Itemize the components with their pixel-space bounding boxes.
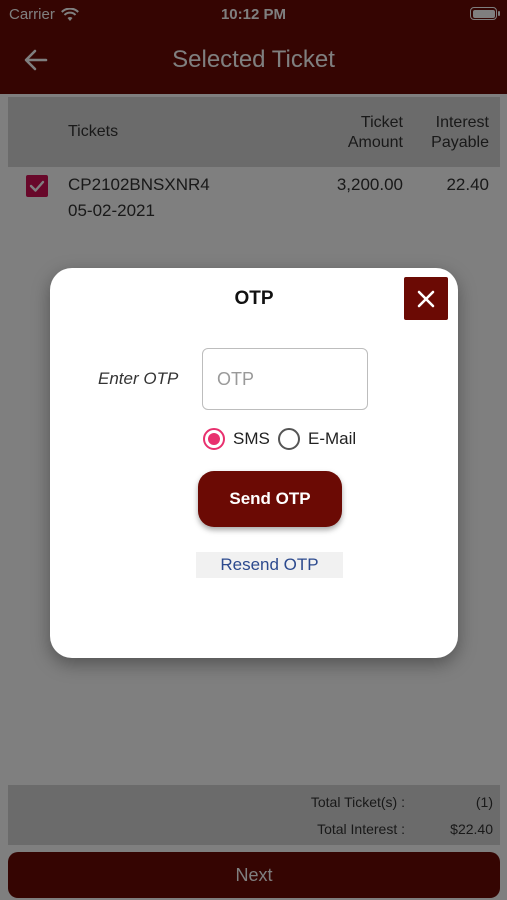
radio-unselected-icon <box>278 428 300 450</box>
otp-label: Enter OTP <box>98 369 179 388</box>
close-icon <box>417 290 435 308</box>
send-otp-button[interactable]: Send OTP <box>198 471 342 527</box>
radio-selected-icon <box>203 428 225 450</box>
email-label: E-Mail <box>308 429 357 448</box>
otp-modal: OTP Enter OTP SMS E-Mail Send OTP Resend… <box>50 268 458 658</box>
sms-radio[interactable]: SMS <box>203 428 270 450</box>
sms-label: SMS <box>233 429 270 448</box>
close-button[interactable] <box>404 277 448 320</box>
resend-otp-link[interactable]: Resend OTP <box>196 552 343 578</box>
otp-input[interactable] <box>202 348 368 410</box>
email-radio[interactable]: E-Mail <box>278 428 356 450</box>
modal-title: OTP <box>234 288 274 309</box>
